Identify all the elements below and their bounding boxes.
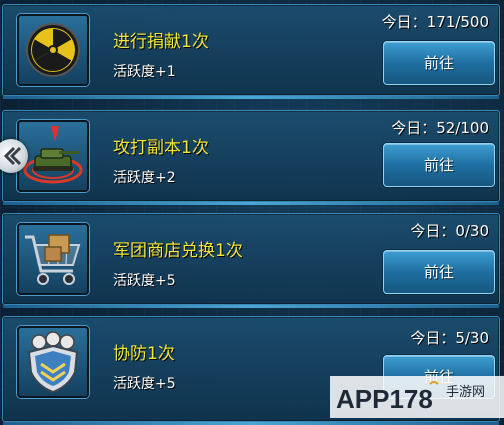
app178-watermark-logo: APP178 手游网	[330, 370, 504, 418]
task-row-dungeon: 攻打副本1次 活跃度+2 今日：52/100 前往	[2, 110, 500, 205]
task-title: 协防1次	[113, 344, 175, 364]
task-title: 攻打副本1次	[113, 138, 209, 158]
shield-icon	[17, 326, 89, 398]
task-reward: 活跃度+1	[113, 64, 176, 80]
go-button[interactable]: 前往	[383, 143, 495, 187]
daily-task-list: 进行捐献1次 活跃度+1 今日：171/500 前往 攻打副本1次 活跃度+2 …	[0, 0, 504, 425]
go-button[interactable]: 前往	[383, 250, 495, 294]
radiation-icon	[17, 14, 89, 86]
task-row-donate: 进行捐献1次 活跃度+1 今日：171/500 前往	[2, 4, 500, 99]
svg-text:APP178: APP178	[336, 384, 433, 414]
task-row-shop: 军团商店兑换1次 活跃度+5 今日：0/30 前往	[2, 213, 500, 308]
daily-progress: 今日：171/500	[381, 13, 489, 31]
go-button[interactable]: 前往	[383, 41, 495, 85]
svg-text:手游网: 手游网	[446, 385, 485, 400]
task-title: 军团商店兑换1次	[113, 241, 243, 261]
shopping-cart-icon	[17, 223, 89, 295]
task-title: 进行捐献1次	[113, 32, 209, 52]
task-reward: 活跃度+5	[113, 273, 176, 289]
task-reward: 活跃度+5	[113, 376, 176, 392]
collapse-arrow-icon[interactable]	[0, 139, 28, 173]
daily-progress: 今日：0/30	[410, 222, 489, 240]
task-reward: 活跃度+2	[113, 170, 176, 186]
daily-progress: 今日：5/30	[410, 329, 489, 347]
daily-progress: 今日：52/100	[391, 119, 489, 137]
